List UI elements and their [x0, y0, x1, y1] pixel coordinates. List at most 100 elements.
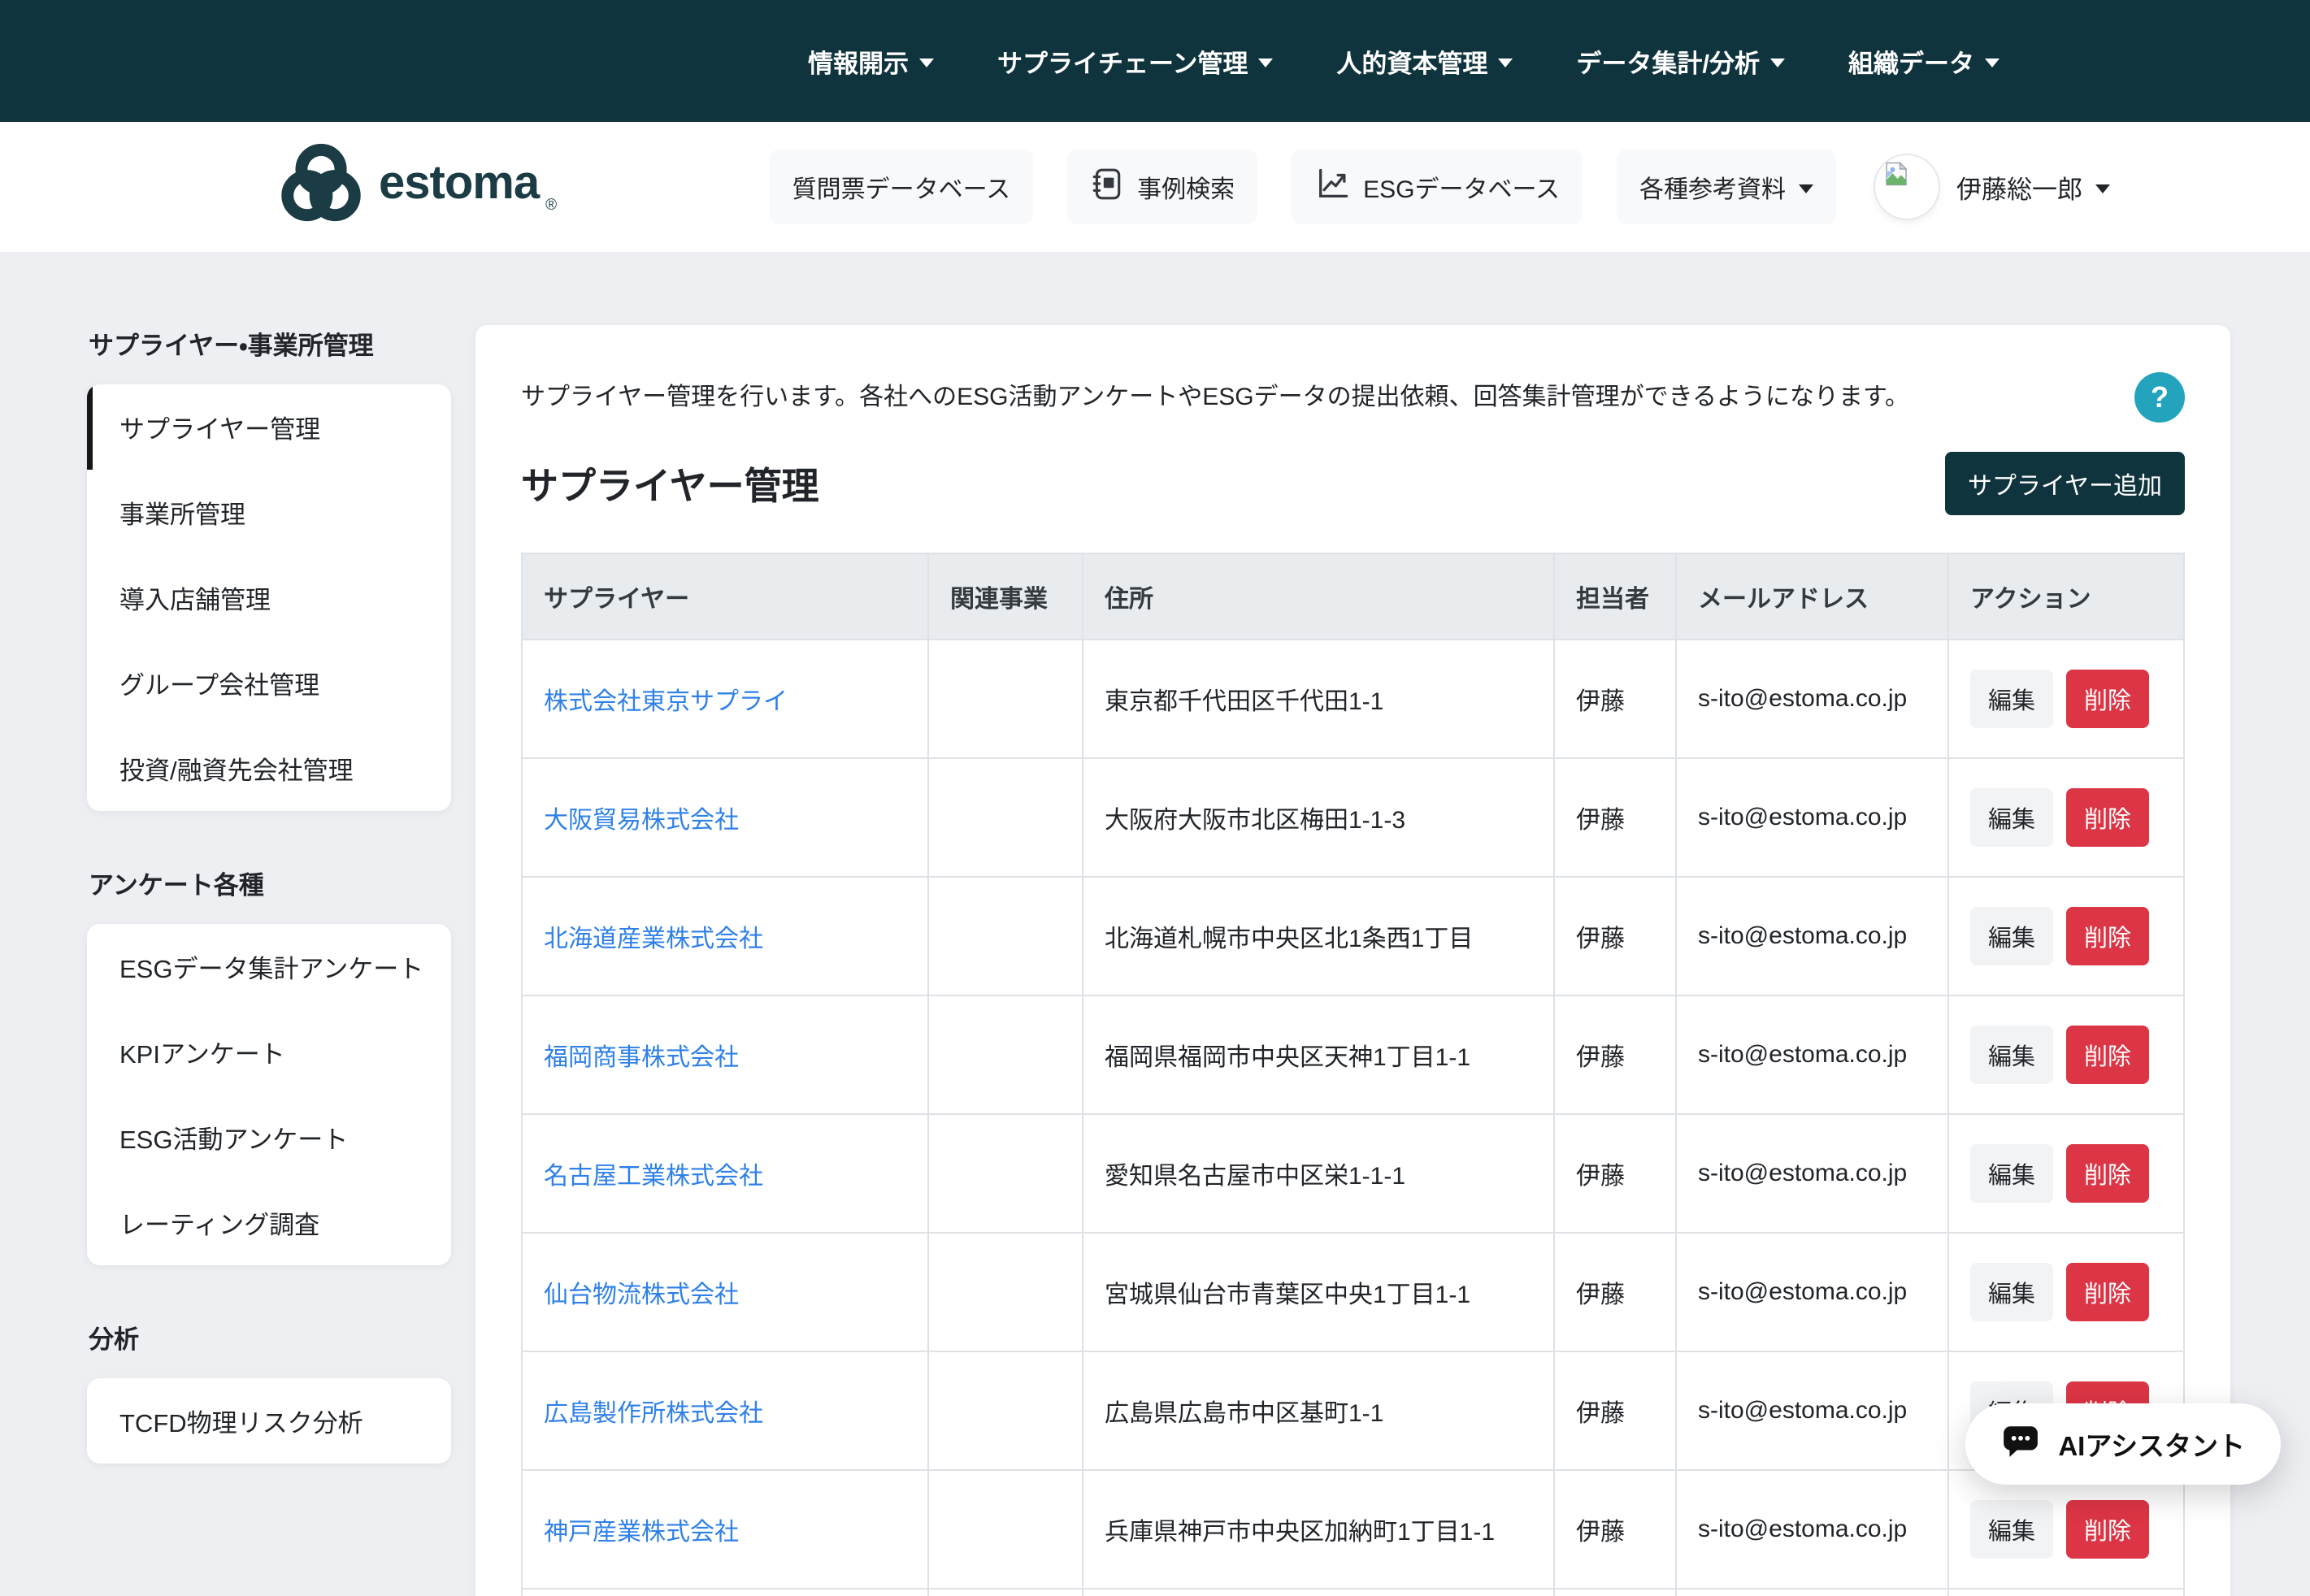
manager-cell: 伊藤: [1554, 1114, 1676, 1233]
related-business-cell: [928, 877, 1083, 995]
nav-item-org-data[interactable]: 組織データ: [1848, 43, 2000, 80]
email-cell: s-ito@estoma.co.jp: [1676, 1351, 1948, 1470]
supplier-link[interactable]: 大阪貿易株式会社: [544, 807, 739, 834]
reference-materials-dropdown[interactable]: 各種参考資料: [1617, 150, 1836, 224]
sidebar-section-heading: 分析: [89, 1319, 451, 1355]
supplier-cell: 広島製作所株式会社: [522, 1351, 928, 1470]
manager-cell: 伊藤: [1554, 1589, 1676, 1596]
sidebar-item-rating-survey[interactable]: レーティング調査: [87, 1180, 451, 1265]
address-cell: 愛知県名古屋市中区栄1-1-1: [1083, 1114, 1554, 1233]
delete-button[interactable]: 削除: [2066, 907, 2149, 965]
caret-down-icon: [919, 59, 934, 67]
sidebar-section-heading: アンケート各種: [89, 865, 451, 901]
sidebar-item-tcfd-risk-analysis[interactable]: TCFD物理リスク分析: [87, 1378, 451, 1464]
table-row: 広島製作所株式会社 広島県広島市中区基町1-1 伊藤 s-ito@estoma.…: [522, 1351, 2184, 1470]
sidebar-item-supplier-management[interactable]: サプライヤー管理: [87, 384, 451, 470]
supplier-link[interactable]: 仙台物流株式会社: [544, 1282, 739, 1308]
delete-button[interactable]: 削除: [2066, 670, 2149, 728]
manager-cell: 伊藤: [1554, 995, 1676, 1114]
actions-group: 編集 削除: [1970, 788, 2162, 847]
email-cell: s-ito@estoma.co.jp: [1676, 640, 1948, 758]
user-name-dropdown[interactable]: 伊藤総一郎: [1956, 169, 2110, 206]
supplier-link[interactable]: 株式会社東京サプライ: [544, 688, 788, 715]
edit-button[interactable]: 編集: [1970, 1144, 2053, 1203]
table-row: 名古屋工業株式会社 愛知県名古屋市中区栄1-1-1 伊藤 s-ito@estom…: [522, 1114, 2184, 1233]
ai-assistant-label: AIアシスタント: [2058, 1425, 2245, 1464]
actions-group: 編集 削除: [1970, 1144, 2162, 1203]
edit-button[interactable]: 編集: [1970, 1026, 2053, 1084]
sidebar-item-investment-company-management[interactable]: 投資/融資先会社管理: [87, 726, 451, 811]
actions-cell: 編集 削除: [1948, 1233, 2184, 1351]
address-cell: 兵庫県神戸市中央区加納町1丁目1-1: [1083, 1470, 1554, 1589]
case-search-button[interactable]: 事例検索: [1067, 150, 1257, 224]
manager-cell: 伊藤: [1554, 1351, 1676, 1470]
esg-database-button[interactable]: ESGデータベース: [1292, 150, 1583, 224]
edit-button[interactable]: 編集: [1970, 1263, 2053, 1321]
supplier-cell: 福岡商事株式会社: [522, 995, 928, 1114]
edit-button[interactable]: 編集: [1970, 788, 2053, 847]
caret-down-icon: [2095, 184, 2110, 193]
nav-item-human-capital[interactable]: 人的資本管理: [1336, 43, 1513, 80]
delete-button[interactable]: 削除: [2066, 788, 2149, 847]
table-row: 仙台物流株式会社 宮城県仙台市青葉区中央1丁目1-1 伊藤 s-ito@esto…: [522, 1233, 2184, 1351]
address-cell: 広島県広島市中区基町1-1: [1083, 1351, 1554, 1470]
sidebar-item-group-company-management[interactable]: グループ会社管理: [87, 640, 451, 726]
address-cell: 宮城県仙台市青葉区中央1丁目1-1: [1083, 1233, 1554, 1351]
supplier-link[interactable]: 北海道産業株式会社: [544, 926, 763, 952]
registered-mark: ®: [545, 197, 557, 215]
add-supplier-button[interactable]: サプライヤー追加: [1945, 452, 2185, 515]
table-row: 福岡商事株式会社 福岡県福岡市中央区天神1丁目1-1 伊藤 s-ito@esto…: [522, 995, 2184, 1114]
address-cell: 福岡県福岡市中央区天神1丁目1-1: [1083, 995, 1554, 1114]
actions-group: 編集 削除: [1970, 1263, 2162, 1321]
caret-down-icon: [1799, 184, 1813, 193]
delete-button[interactable]: 削除: [2066, 1263, 2149, 1321]
edit-button[interactable]: 編集: [1970, 1500, 2053, 1559]
questionnaire-database-button[interactable]: 質問票データベース: [770, 150, 1034, 224]
actions-cell: 編集 削除: [1948, 995, 2184, 1114]
related-business-cell: [928, 1114, 1083, 1233]
delete-button[interactable]: 削除: [2066, 1026, 2149, 1084]
supplier-link[interactable]: 名古屋工業株式会社: [544, 1163, 763, 1190]
nav-item-label: 情報開示: [808, 43, 909, 80]
nav-item-data-analysis[interactable]: データ集計/分析: [1576, 43, 1785, 80]
supplier-link[interactable]: 神戸産業株式会社: [544, 1519, 739, 1546]
supplier-table: サプライヤー 関連事業 住所 担当者 メールアドレス アクション 株式会社東京サ…: [521, 553, 2185, 1596]
supplier-cell: 北海道産業株式会社: [522, 877, 928, 995]
tool-button-label: 事例検索: [1137, 169, 1235, 205]
sidebar-item-office-management[interactable]: 事業所管理: [87, 470, 451, 555]
sidebar-item-kpi-survey[interactable]: KPIアンケート: [87, 1009, 451, 1095]
delete-button[interactable]: 削除: [2066, 1144, 2149, 1203]
sidebar-card-supplier-management: サプライヤー管理 事業所管理 導入店舗管理 グループ会社管理 投資/融資先会社管…: [87, 384, 451, 811]
nav-item-disclosure[interactable]: 情報開示: [808, 43, 934, 80]
ai-assistant-button[interactable]: AIアシスタント: [1965, 1403, 2281, 1485]
col-manager: 担当者: [1554, 553, 1676, 640]
col-email: メールアドレス: [1676, 553, 1948, 640]
tool-button-label: 質問票データベース: [792, 169, 1011, 205]
nav-item-label: 組織データ: [1848, 43, 1974, 80]
actions-cell: 編集 削除: [1948, 1589, 2184, 1596]
avatar[interactable]: [1875, 155, 1939, 219]
address-cell: 大阪府大阪市北区梅田1-1-3: [1083, 758, 1554, 877]
sidebar-section-heading: サプライヤー・事業所管理: [89, 325, 451, 362]
title-row: サプライヤー管理 サプライヤー追加: [521, 452, 2185, 515]
sidebar-item-esg-activity-survey[interactable]: ESG活動アンケート: [87, 1095, 451, 1180]
supplier-table-body: 株式会社東京サプライ 東京都千代田区千代田1-1 伊藤 s-ito@estoma…: [522, 640, 2184, 1596]
nav-item-supply-chain[interactable]: サプライチェーン管理: [997, 43, 1273, 80]
sidebar-item-store-management[interactable]: 導入店舗管理: [87, 555, 451, 640]
col-address: 住所: [1083, 553, 1554, 640]
supplier-link[interactable]: 福岡商事株式会社: [544, 1044, 739, 1071]
caret-down-icon: [1770, 59, 1785, 67]
sidebar-card-analysis: TCFD物理リスク分析: [87, 1378, 451, 1464]
edit-button[interactable]: 編集: [1970, 907, 2053, 965]
related-business-cell: [928, 995, 1083, 1114]
brand-name: estoma: [379, 141, 539, 225]
delete-button[interactable]: 削除: [2066, 1500, 2149, 1559]
header-tools: 質問票データベース 事例検索 E: [770, 150, 1836, 224]
edit-button[interactable]: 編集: [1970, 670, 2053, 728]
sidebar-item-esg-data-survey[interactable]: ESGデータ集計アンケート: [87, 924, 451, 1009]
help-button[interactable]: ?: [2134, 372, 2185, 423]
brand-logo[interactable]: estoma ®: [276, 141, 557, 234]
email-cell: s-ito@estoma.co.jp: [1676, 1589, 1948, 1596]
supplier-link[interactable]: 広島製作所株式会社: [544, 1400, 763, 1427]
top-navigation-bar: 情報開示 サプライチェーン管理 人的資本管理 データ集計/分析 組織データ: [0, 0, 2310, 122]
